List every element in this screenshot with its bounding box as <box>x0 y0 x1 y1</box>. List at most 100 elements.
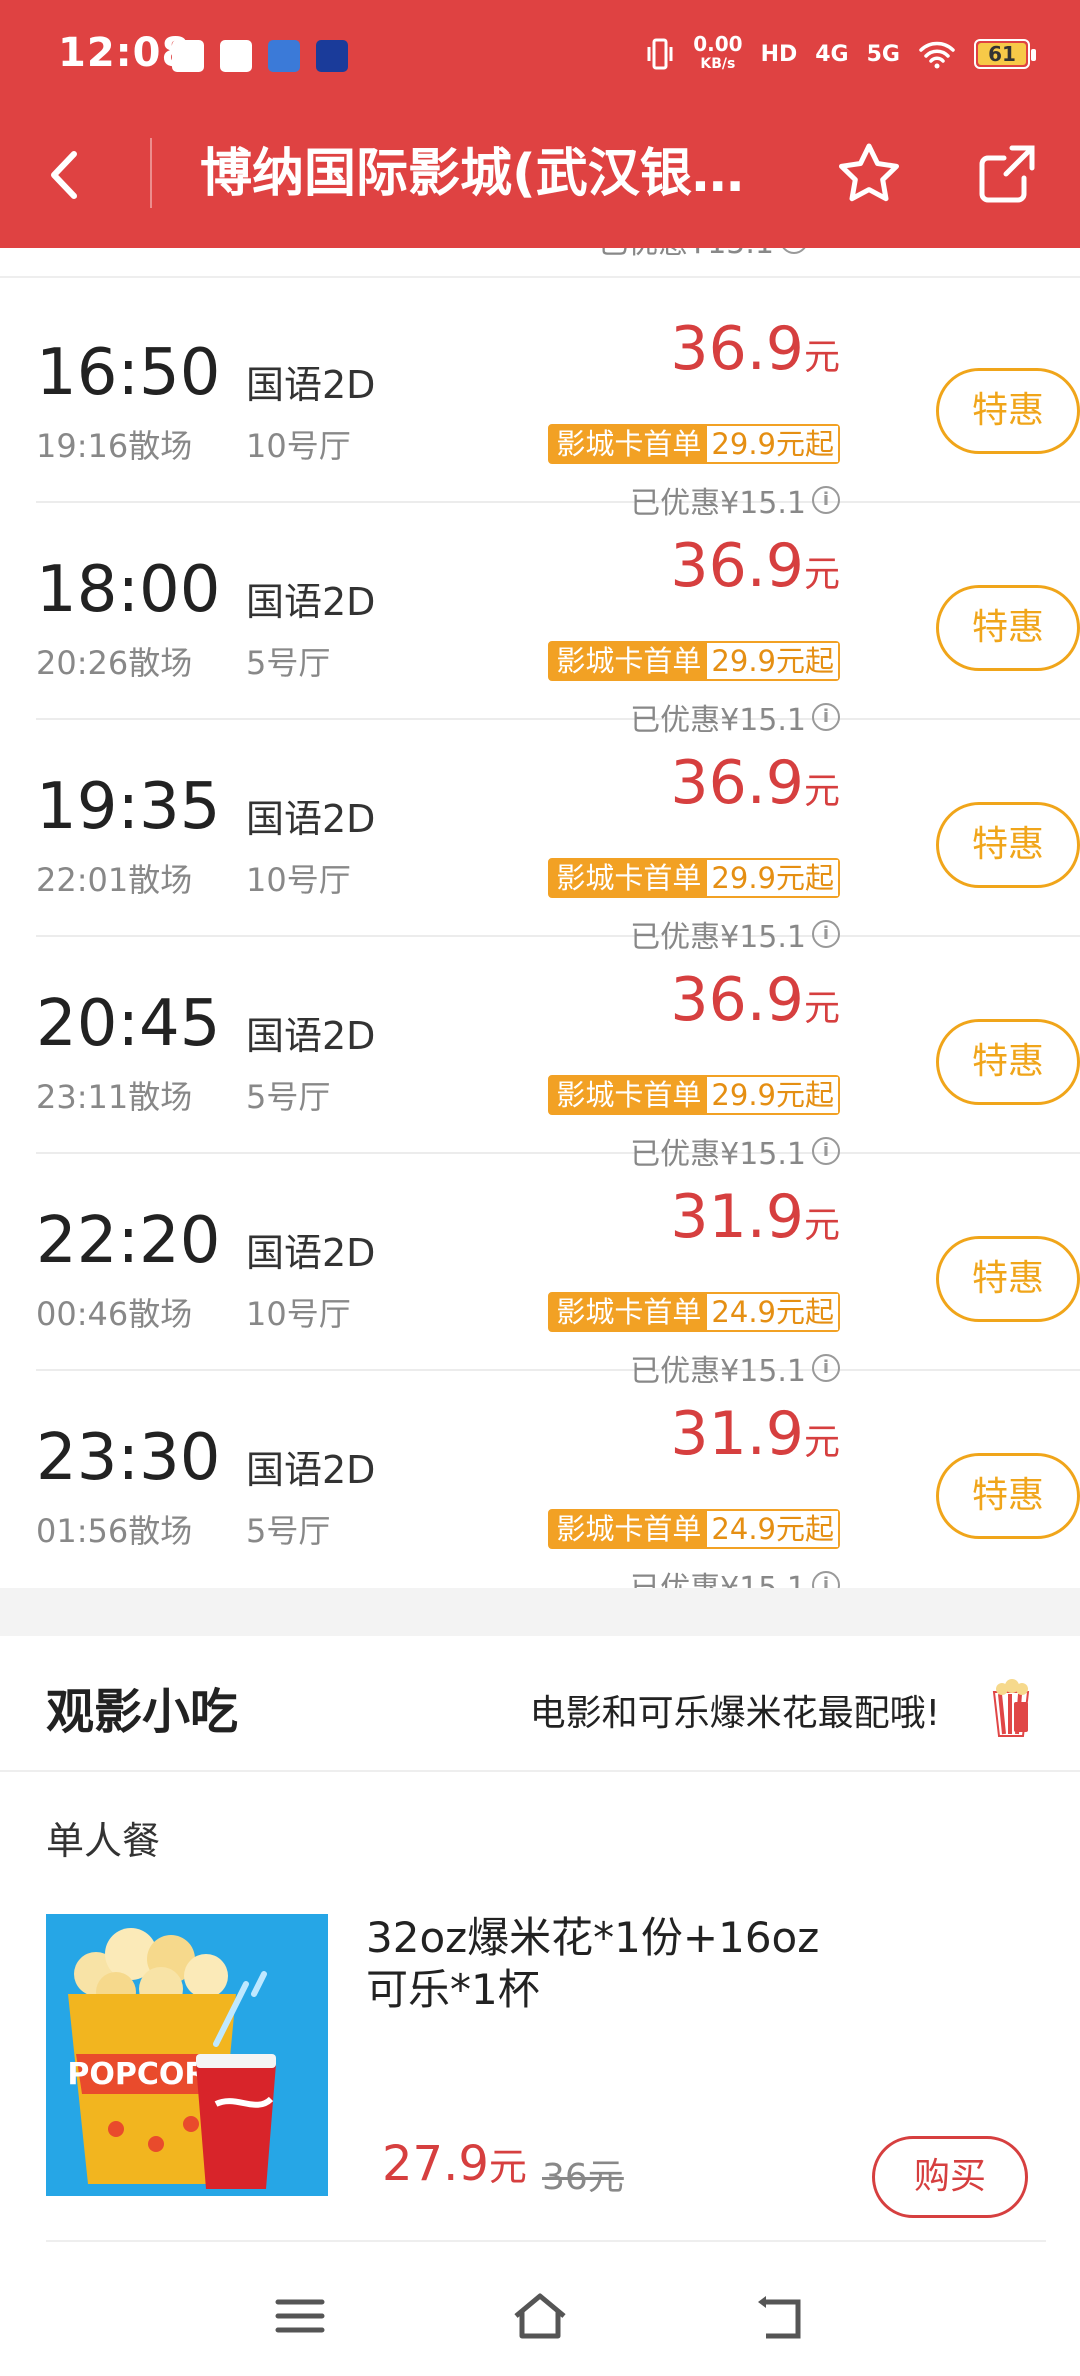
showtime-row[interactable]: 19:35 22:01散场 国语2D 10号厅 36.9元 影城卡首单 29.9元… <box>36 720 1080 955</box>
promo-badge: 影城卡首单 29.9元起 <box>548 424 840 464</box>
news-notification-icon <box>220 40 252 72</box>
end-time: 22:01散场 <box>36 861 193 899</box>
promo-tag: 影城卡首单 <box>550 426 708 462</box>
share-icon[interactable] <box>972 138 1042 208</box>
price-unit: 元 <box>803 1205 840 1246</box>
discount-text: 已优惠¥15.1 <box>630 1563 806 1588</box>
price-value: 36.9 <box>670 531 804 601</box>
special-offer-button[interactable]: 特惠 <box>936 368 1080 454</box>
net-speed-value: 0.00 <box>693 32 743 56</box>
meal-category: 单人餐 <box>46 1819 161 1863</box>
partial-discount-text: 已优惠¥15.1 <box>598 248 774 262</box>
price-unit: 元 <box>803 554 840 595</box>
price-unit: 元 <box>803 337 840 378</box>
cloud-notification-icon <box>268 40 300 72</box>
start-time: 18:00 <box>36 553 221 627</box>
menu-icon[interactable] <box>270 2286 330 2346</box>
showtime-row[interactable]: 20:45 23:11散场 国语2D 5号厅 36.9元 影城卡首单 29.9元起… <box>36 937 1080 1172</box>
showtime-row[interactable]: 16:50 19:16散场 国语2D 10号厅 36.9元 影城卡首单 29.9元… <box>36 286 1080 521</box>
language-format: 国语2D <box>246 797 376 841</box>
promo-price: 29.9元起 <box>707 426 838 462</box>
promo-price: 29.9元起 <box>707 860 838 896</box>
showtime-row[interactable]: 23:30 01:56散场 国语2D 5号厅 31.9元 影城卡首单 24.9元起… <box>36 1371 1080 1588</box>
start-time: 23:30 <box>36 1421 221 1495</box>
info-icon[interactable]: i <box>780 248 808 254</box>
favorite-star-icon[interactable] <box>834 138 904 208</box>
language-format: 国语2D <box>246 1448 376 1492</box>
meal-divider <box>46 2240 1046 2242</box>
header-divider <box>150 138 152 208</box>
hall-name: 5号厅 <box>246 644 331 682</box>
price-value: 36.9 <box>670 314 804 384</box>
ticket-price: 36.9元 <box>670 531 840 601</box>
special-offer-button[interactable]: 特惠 <box>936 802 1080 888</box>
ticket-price: 31.9元 <box>670 1182 840 1252</box>
language-format: 国语2D <box>246 580 376 624</box>
meal-name: 32oz爆米花*1份+16oz可乐*1杯 <box>366 1913 820 2014</box>
end-time: 19:16散场 <box>36 427 193 465</box>
special-offer-button[interactable]: 特惠 <box>936 1453 1080 1539</box>
hall-name: 5号厅 <box>246 1512 331 1550</box>
price-unit: 元 <box>803 1422 840 1463</box>
status-bar: 12:08 0.00 KB/s HD 4G 5G 61 <box>0 0 1080 115</box>
start-time: 16:50 <box>36 336 221 410</box>
start-time: 20:45 <box>36 987 221 1061</box>
partial-row: 已优惠¥15.1 i <box>0 248 1080 278</box>
language-format: 国语2D <box>246 1014 376 1058</box>
hall-name: 5号厅 <box>246 1078 331 1116</box>
wifi-icon <box>919 41 955 69</box>
notification-icons <box>172 40 348 72</box>
back-nav-icon[interactable] <box>750 2286 810 2346</box>
price-unit: 元 <box>803 771 840 812</box>
promo-price: 29.9元起 <box>707 1077 838 1113</box>
buy-button[interactable]: 购买 <box>872 2136 1028 2218</box>
end-time: 01:56散场 <box>36 1512 193 1550</box>
meal-price: 27.9元 <box>382 2136 527 2192</box>
showtime-row[interactable]: 18:00 20:26散场 国语2D 5号厅 36.9元 影城卡首单 29.9元起… <box>36 503 1080 738</box>
meal-image[interactable]: POPCORN <box>46 1914 328 2196</box>
snack-section-title: 观影小吃 <box>46 1684 239 1740</box>
net-speed-unit: KB/s <box>700 56 736 72</box>
price-value: 36.9 <box>670 748 804 818</box>
snack-section-header: 观影小吃 电影和可乐爆米花最配哦! <box>0 1636 1080 1772</box>
app-header: 12:08 0.00 KB/s HD 4G 5G 61 博纳国际影城(武汉银… <box>0 0 1080 248</box>
promo-price: 24.9元起 <box>707 1511 838 1547</box>
system-nav-bar <box>0 2256 1080 2376</box>
promo-price: 24.9元起 <box>707 1294 838 1330</box>
discount-line: 已优惠¥15.1 i <box>630 1563 840 1588</box>
section-gap <box>0 1588 1080 1636</box>
price-value: 36.9 <box>670 965 804 1035</box>
promo-badge: 影城卡首单 29.9元起 <box>548 858 840 898</box>
special-offer-button[interactable]: 特惠 <box>936 585 1080 671</box>
popcorn-combo-illustration: POPCORN <box>46 1914 328 2196</box>
start-time: 19:35 <box>36 770 221 844</box>
ticket-price: 31.9元 <box>670 1399 840 1469</box>
promo-badge: 影城卡首单 29.9元起 <box>548 1075 840 1115</box>
hall-name: 10号厅 <box>246 1295 351 1333</box>
hall-name: 10号厅 <box>246 861 351 899</box>
hall-name: 10号厅 <box>246 427 351 465</box>
start-time: 22:20 <box>36 1204 221 1278</box>
back-arrow-icon[interactable] <box>40 140 90 210</box>
price-unit: 元 <box>803 988 840 1029</box>
signal-4g: 4G <box>815 41 849 67</box>
net-speed: 0.00 KB/s <box>693 34 742 74</box>
special-offer-button[interactable]: 特惠 <box>936 1019 1080 1105</box>
showtime-row[interactable]: 22:20 00:46散场 国语2D 10号厅 31.9元 影城卡首单 24.9元… <box>36 1154 1080 1389</box>
battery-indicator: 61 <box>974 39 1036 69</box>
promo-tag: 影城卡首单 <box>550 860 708 896</box>
status-time: 12:08 <box>58 30 191 76</box>
meal-price-unit: 元 <box>488 2145 527 2189</box>
showtime-list[interactable]: 已优惠¥15.1 i 16:50 19:16散场 国语2D 10号厅 36.9元… <box>0 248 1080 1588</box>
popcorn-cup-icon <box>992 1679 1030 1737</box>
snack-slogan: 电影和可乐爆米花最配哦! <box>529 1693 940 1734</box>
info-icon[interactable]: i <box>812 1571 840 1588</box>
ticket-price: 36.9元 <box>670 314 840 384</box>
video-notification-icon <box>316 40 348 72</box>
language-format: 国语2D <box>246 1231 376 1275</box>
app-notification-icon <box>172 40 204 72</box>
promo-tag: 影城卡首单 <box>550 1077 708 1113</box>
home-icon[interactable] <box>510 2286 570 2346</box>
promo-price: 29.9元起 <box>707 643 838 679</box>
special-offer-button[interactable]: 特惠 <box>936 1236 1080 1322</box>
